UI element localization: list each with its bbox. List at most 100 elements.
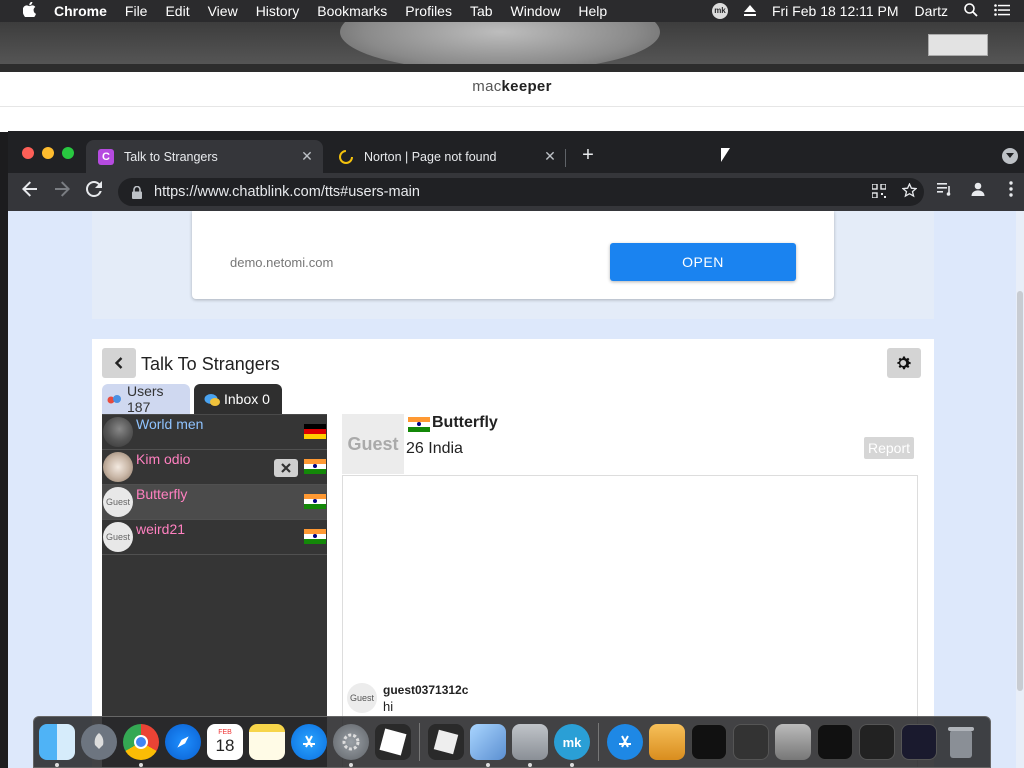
package-icon[interactable]	[649, 724, 685, 760]
mackeeper-icon[interactable]: mk	[554, 724, 590, 767]
selected-user-profile: Guest Butterfly 26 India Report	[342, 414, 918, 476]
tab-search-icon[interactable]	[1002, 148, 1018, 164]
avatar: Guest	[347, 683, 377, 713]
notes-icon[interactable]	[249, 724, 285, 760]
back-button[interactable]	[102, 348, 136, 378]
avatar	[103, 417, 133, 447]
menu-history[interactable]: History	[256, 3, 300, 19]
tab-norton[interactable]: Norton | Page not found ✕	[326, 140, 566, 173]
profile-name: Butterfly	[432, 414, 498, 431]
trash-icon[interactable]	[943, 724, 979, 760]
menu-tab[interactable]: Tab	[470, 3, 493, 19]
list-item[interactable]: Guest weird21	[102, 520, 327, 555]
menubar-clock[interactable]: Fri Feb 18 12:11 PM	[772, 3, 899, 19]
ad-container: demo.netomi.com OPEN	[92, 211, 934, 319]
profile-age-country: 26 India	[406, 440, 463, 457]
window-thumb-5-icon[interactable]	[859, 724, 895, 760]
user-name: World men	[136, 416, 204, 432]
loading-spinner-icon	[338, 149, 354, 165]
spotlight-search-icon[interactable]	[964, 2, 978, 20]
list-item[interactable]: Guest Butterfly	[102, 485, 327, 520]
ad-card[interactable]: demo.netomi.com OPEN	[192, 211, 834, 299]
preview-icon[interactable]	[470, 724, 506, 767]
user-name: weird21	[136, 521, 186, 537]
chat-panel: Talk To Strangers Users 187 Inbox 0 Worl…	[92, 339, 934, 768]
macos-menubar: Chrome File Edit View History Bookmarks …	[0, 0, 1024, 22]
menu-bookmarks[interactable]: Bookmarks	[317, 3, 387, 19]
menu-app-name[interactable]: Chrome	[54, 3, 107, 19]
chrome-icon[interactable]	[123, 724, 159, 767]
qr-code-icon[interactable]	[864, 182, 894, 201]
reading-list-icon[interactable]	[934, 181, 956, 203]
menubar-user[interactable]: Dartz	[915, 3, 948, 19]
tab-users[interactable]: Users 187	[102, 383, 190, 415]
window-thumb-4-icon[interactable]	[817, 724, 853, 760]
user-name: Kim odio	[136, 451, 191, 467]
c-letter-icon: C	[98, 148, 114, 165]
url-text[interactable]: https://www.chatblink.com/tts#users-main	[154, 184, 864, 200]
avatar	[103, 452, 133, 482]
window-controls	[22, 147, 82, 159]
back-icon[interactable]	[19, 181, 41, 203]
mackeeper-logo: mackeeper	[472, 78, 552, 95]
roblox-icon[interactable]	[375, 724, 411, 760]
window-thumb-3-icon[interactable]	[775, 724, 811, 760]
chrome-menu-icon[interactable]	[1000, 181, 1022, 203]
eject-icon[interactable]	[743, 3, 756, 19]
system-preferences-icon[interactable]	[333, 724, 369, 767]
installer-icon[interactable]	[512, 724, 548, 767]
app-store-download-icon[interactable]	[607, 724, 643, 760]
ad-domain[interactable]: demo.netomi.com	[230, 255, 333, 270]
menu-view[interactable]: View	[208, 3, 238, 19]
calendar-icon[interactable]: FEB 18	[207, 724, 243, 760]
scrollbar-thumb[interactable]	[1017, 291, 1023, 691]
user-name: Butterfly	[136, 486, 188, 502]
india-flag-icon	[304, 459, 326, 474]
address-bar[interactable]: https://www.chatblink.com/tts#users-main	[118, 178, 924, 206]
window-thumb-2-icon[interactable]	[733, 724, 769, 760]
menu-file[interactable]: File	[125, 3, 148, 19]
report-button[interactable]: Report	[864, 437, 914, 459]
menu-window[interactable]: Window	[511, 3, 561, 19]
list-item[interactable]: Kim odio	[102, 450, 327, 485]
finder-icon[interactable]	[39, 724, 75, 767]
india-flag-icon	[408, 417, 430, 432]
tab-inbox[interactable]: Inbox 0	[194, 384, 282, 414]
page-content: demo.netomi.com OPEN Talk To Strangers U…	[8, 211, 1024, 768]
users-icon	[107, 393, 123, 405]
bookmark-star-icon[interactable]	[894, 182, 924, 201]
minimize-window-button[interactable]	[42, 147, 54, 159]
mackeeper-status-icon[interactable]: mk	[711, 3, 728, 19]
list-item[interactable]: World men	[102, 415, 327, 450]
lock-icon[interactable]	[130, 185, 144, 199]
device-image	[928, 34, 988, 56]
avatar: Guest	[103, 487, 133, 517]
remove-user-button[interactable]	[274, 459, 298, 477]
tab-talk-to-strangers[interactable]: C Talk to Strangers ✕	[86, 140, 323, 173]
settings-button[interactable]	[887, 348, 921, 378]
page-scrollbar[interactable]	[1016, 211, 1024, 768]
window-thumb-6-icon[interactable]	[901, 724, 937, 760]
window-thumb-1-icon[interactable]	[691, 724, 727, 760]
profile-avatar-icon[interactable]	[967, 181, 989, 203]
roblox-studio-icon[interactable]	[428, 724, 464, 760]
message-sender[interactable]: guest0371312c	[383, 683, 468, 697]
apple-menu-icon[interactable]	[14, 1, 44, 20]
control-center-icon[interactable]	[994, 3, 1010, 19]
close-window-button[interactable]	[22, 147, 34, 159]
forward-icon[interactable]	[51, 181, 73, 203]
menu-help[interactable]: Help	[578, 3, 607, 19]
new-tab-button[interactable]: +	[577, 144, 599, 166]
tab-inbox-label: Inbox 0	[224, 391, 270, 407]
chrome-window: C Talk to Strangers ✕ Norton | Page not …	[8, 131, 1024, 768]
ad-open-button[interactable]: OPEN	[610, 243, 796, 281]
launchpad-icon[interactable]	[81, 724, 117, 760]
menu-profiles[interactable]: Profiles	[405, 3, 452, 19]
reload-icon[interactable]	[83, 181, 105, 203]
safari-icon[interactable]	[165, 724, 201, 760]
tab-close-icon[interactable]: ✕	[297, 148, 317, 165]
tab-close-icon[interactable]: ✕	[540, 148, 560, 165]
zoom-window-button[interactable]	[62, 147, 74, 159]
app-store-icon[interactable]	[291, 724, 327, 760]
menu-edit[interactable]: Edit	[165, 3, 189, 19]
